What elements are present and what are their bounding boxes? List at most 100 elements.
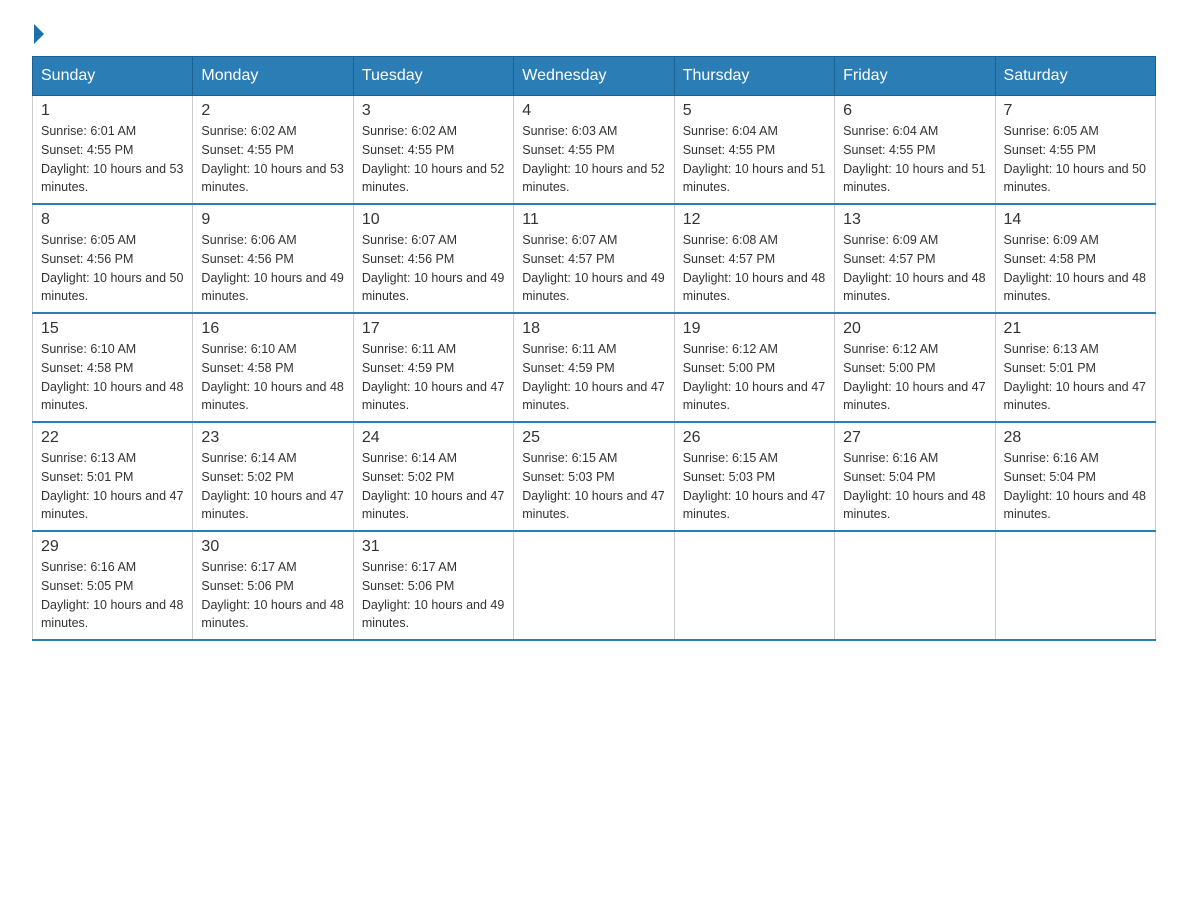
day-info: Sunrise: 6:03 AM Sunset: 4:55 PM Dayligh…	[522, 122, 665, 197]
calendar-cell: 9 Sunrise: 6:06 AM Sunset: 4:56 PM Dayli…	[193, 204, 353, 313]
day-info: Sunrise: 6:12 AM Sunset: 5:00 PM Dayligh…	[683, 340, 826, 415]
sunset-value: 4:55 PM	[408, 143, 455, 157]
day-number: 17	[362, 320, 505, 338]
sunrise-value: 6:10 AM	[251, 342, 297, 356]
sunset-label: Sunset:	[843, 470, 889, 484]
day-number: 31	[362, 538, 505, 556]
sunset-label: Sunset:	[201, 143, 247, 157]
calendar-cell: 13 Sunrise: 6:09 AM Sunset: 4:57 PM Dayl…	[835, 204, 995, 313]
day-number: 13	[843, 211, 986, 229]
sunset-label: Sunset:	[201, 361, 247, 375]
calendar-cell	[995, 531, 1155, 640]
sunrise-value: 6:03 AM	[572, 124, 618, 138]
calendar-cell: 2 Sunrise: 6:02 AM Sunset: 4:55 PM Dayli…	[193, 96, 353, 205]
daylight-label: Daylight: 10 hours and 50 minutes.	[1004, 162, 1146, 195]
day-number: 7	[1004, 102, 1147, 120]
sunrise-label: Sunrise:	[522, 233, 571, 247]
sunset-value: 4:55 PM	[729, 143, 776, 157]
calendar-cell	[835, 531, 995, 640]
day-number: 25	[522, 429, 665, 447]
day-info: Sunrise: 6:13 AM Sunset: 5:01 PM Dayligh…	[1004, 340, 1147, 415]
day-info: Sunrise: 6:11 AM Sunset: 4:59 PM Dayligh…	[522, 340, 665, 415]
day-info: Sunrise: 6:07 AM Sunset: 4:56 PM Dayligh…	[362, 231, 505, 306]
sunset-value: 4:57 PM	[568, 252, 615, 266]
sunrise-label: Sunrise:	[41, 124, 90, 138]
sunset-label: Sunset:	[41, 252, 87, 266]
sunrise-label: Sunrise:	[201, 124, 250, 138]
daylight-label: Daylight: 10 hours and 48 minutes.	[843, 271, 985, 304]
sunset-label: Sunset:	[1004, 361, 1050, 375]
daylight-label: Daylight: 10 hours and 50 minutes.	[41, 271, 183, 304]
calendar-cell	[674, 531, 834, 640]
sunset-label: Sunset:	[362, 143, 408, 157]
sunset-value: 4:56 PM	[408, 252, 455, 266]
daylight-label: Daylight: 10 hours and 48 minutes.	[201, 380, 343, 413]
sunrise-label: Sunrise:	[522, 124, 571, 138]
day-info: Sunrise: 6:04 AM Sunset: 4:55 PM Dayligh…	[683, 122, 826, 197]
sunrise-label: Sunrise:	[843, 233, 892, 247]
day-info: Sunrise: 6:13 AM Sunset: 5:01 PM Dayligh…	[41, 449, 184, 524]
sunrise-label: Sunrise:	[201, 233, 250, 247]
day-number: 1	[41, 102, 184, 120]
sunset-value: 5:00 PM	[729, 361, 776, 375]
sunrise-value: 6:16 AM	[1053, 451, 1099, 465]
day-number: 3	[362, 102, 505, 120]
sunset-value: 4:57 PM	[729, 252, 776, 266]
day-number: 14	[1004, 211, 1147, 229]
calendar-week-row: 1 Sunrise: 6:01 AM Sunset: 4:55 PM Dayli…	[33, 96, 1156, 205]
sunrise-value: 6:09 AM	[892, 233, 938, 247]
daylight-label: Daylight: 10 hours and 47 minutes.	[1004, 380, 1146, 413]
calendar-cell: 18 Sunrise: 6:11 AM Sunset: 4:59 PM Dayl…	[514, 313, 674, 422]
day-number: 24	[362, 429, 505, 447]
sunset-value: 5:06 PM	[408, 579, 455, 593]
calendar-week-row: 29 Sunrise: 6:16 AM Sunset: 5:05 PM Dayl…	[33, 531, 1156, 640]
day-info: Sunrise: 6:16 AM Sunset: 5:04 PM Dayligh…	[843, 449, 986, 524]
daylight-label: Daylight: 10 hours and 47 minutes.	[843, 380, 985, 413]
sunset-value: 5:05 PM	[87, 579, 134, 593]
weekday-header-row: SundayMondayTuesdayWednesdayThursdayFrid…	[33, 57, 1156, 96]
day-number: 8	[41, 211, 184, 229]
weekday-header-friday: Friday	[835, 57, 995, 96]
weekday-header-sunday: Sunday	[33, 57, 193, 96]
day-info: Sunrise: 6:15 AM Sunset: 5:03 PM Dayligh…	[683, 449, 826, 524]
day-info: Sunrise: 6:17 AM Sunset: 5:06 PM Dayligh…	[362, 558, 505, 633]
sunrise-label: Sunrise:	[41, 342, 90, 356]
calendar-cell: 22 Sunrise: 6:13 AM Sunset: 5:01 PM Dayl…	[33, 422, 193, 531]
day-info: Sunrise: 6:12 AM Sunset: 5:00 PM Dayligh…	[843, 340, 986, 415]
day-info: Sunrise: 6:16 AM Sunset: 5:05 PM Dayligh…	[41, 558, 184, 633]
sunrise-value: 6:15 AM	[572, 451, 618, 465]
calendar-cell: 21 Sunrise: 6:13 AM Sunset: 5:01 PM Dayl…	[995, 313, 1155, 422]
sunset-value: 4:59 PM	[408, 361, 455, 375]
daylight-label: Daylight: 10 hours and 47 minutes.	[201, 489, 343, 522]
sunrise-value: 6:05 AM	[1053, 124, 1099, 138]
sunset-label: Sunset:	[362, 470, 408, 484]
day-info: Sunrise: 6:14 AM Sunset: 5:02 PM Dayligh…	[362, 449, 505, 524]
calendar-cell: 30 Sunrise: 6:17 AM Sunset: 5:06 PM Dayl…	[193, 531, 353, 640]
daylight-label: Daylight: 10 hours and 48 minutes.	[683, 271, 825, 304]
sunset-label: Sunset:	[41, 361, 87, 375]
calendar-cell: 7 Sunrise: 6:05 AM Sunset: 4:55 PM Dayli…	[995, 96, 1155, 205]
sunrise-value: 6:14 AM	[251, 451, 297, 465]
weekday-header-monday: Monday	[193, 57, 353, 96]
calendar-cell: 28 Sunrise: 6:16 AM Sunset: 5:04 PM Dayl…	[995, 422, 1155, 531]
day-number: 29	[41, 538, 184, 556]
daylight-label: Daylight: 10 hours and 47 minutes.	[683, 489, 825, 522]
day-info: Sunrise: 6:01 AM Sunset: 4:55 PM Dayligh…	[41, 122, 184, 197]
daylight-label: Daylight: 10 hours and 49 minutes.	[362, 598, 504, 631]
sunrise-value: 6:02 AM	[411, 124, 457, 138]
day-number: 26	[683, 429, 826, 447]
calendar-cell: 17 Sunrise: 6:11 AM Sunset: 4:59 PM Dayl…	[353, 313, 513, 422]
day-number: 4	[522, 102, 665, 120]
day-info: Sunrise: 6:05 AM Sunset: 4:56 PM Dayligh…	[41, 231, 184, 306]
day-number: 22	[41, 429, 184, 447]
day-info: Sunrise: 6:05 AM Sunset: 4:55 PM Dayligh…	[1004, 122, 1147, 197]
sunrise-label: Sunrise:	[683, 233, 732, 247]
calendar-cell: 26 Sunrise: 6:15 AM Sunset: 5:03 PM Dayl…	[674, 422, 834, 531]
daylight-label: Daylight: 10 hours and 47 minutes.	[362, 380, 504, 413]
sunrise-value: 6:16 AM	[90, 560, 136, 574]
daylight-label: Daylight: 10 hours and 53 minutes.	[41, 162, 183, 195]
weekday-header-saturday: Saturday	[995, 57, 1155, 96]
sunset-label: Sunset:	[522, 361, 568, 375]
daylight-label: Daylight: 10 hours and 49 minutes.	[362, 271, 504, 304]
sunrise-value: 6:15 AM	[732, 451, 778, 465]
